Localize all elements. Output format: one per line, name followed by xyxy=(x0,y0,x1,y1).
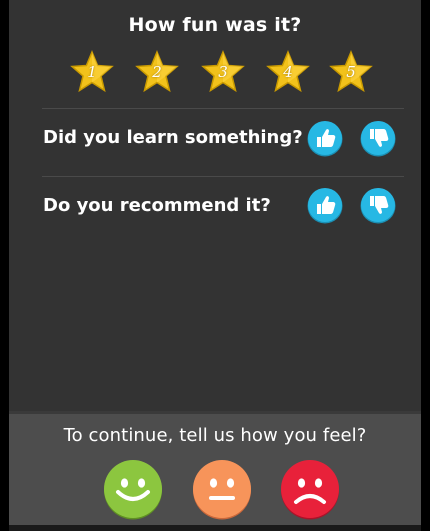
star-icon xyxy=(329,50,373,93)
learn-thumbs-down-button[interactable] xyxy=(359,119,397,157)
thumbs-up-icon xyxy=(307,188,343,224)
recommend-thumbs-up-button[interactable] xyxy=(306,186,344,224)
thumbs-down-icon xyxy=(360,188,396,224)
star-4-button[interactable]: 4 xyxy=(266,50,310,94)
bottom-edge xyxy=(9,525,421,531)
star-2-button[interactable]: 2 xyxy=(135,50,179,94)
sad-face-button[interactable] xyxy=(279,458,341,520)
learn-thumbs-up-button[interactable] xyxy=(306,119,344,157)
recommend-thumbs-down-button[interactable] xyxy=(359,186,397,224)
star-icon xyxy=(135,50,179,93)
thumbs-down-icon xyxy=(360,121,396,157)
footer-divider xyxy=(9,411,421,414)
feeling-footer: To continue, tell us how you feel? xyxy=(9,411,421,531)
feeling-prompt-label: To continue, tell us how you feel? xyxy=(63,425,367,446)
star-icon xyxy=(201,50,245,93)
divider xyxy=(42,108,404,109)
star-5-button[interactable]: 5 xyxy=(329,50,373,94)
happy-face-button[interactable] xyxy=(102,458,164,520)
fun-question-label: How fun was it? xyxy=(128,14,302,36)
neutral-face-icon xyxy=(193,460,251,520)
happy-face-icon xyxy=(104,460,162,520)
neutral-face-button[interactable] xyxy=(191,458,253,520)
star-icon xyxy=(70,50,114,93)
star-3-button[interactable]: 3 xyxy=(201,50,245,94)
thumbs-up-icon xyxy=(307,121,343,157)
star-rating: 1 2 3 4 5 xyxy=(9,50,421,96)
learn-question-label: Did you learn something? xyxy=(43,127,303,148)
divider xyxy=(42,176,404,177)
star-1-button[interactable]: 1 xyxy=(70,50,114,94)
sad-face-icon xyxy=(281,460,339,520)
feedback-panel: How fun was it? 1 2 3 4 5 Did you learn … xyxy=(9,0,421,531)
star-icon xyxy=(266,50,310,93)
recommend-question-label: Do you recommend it? xyxy=(43,195,271,216)
